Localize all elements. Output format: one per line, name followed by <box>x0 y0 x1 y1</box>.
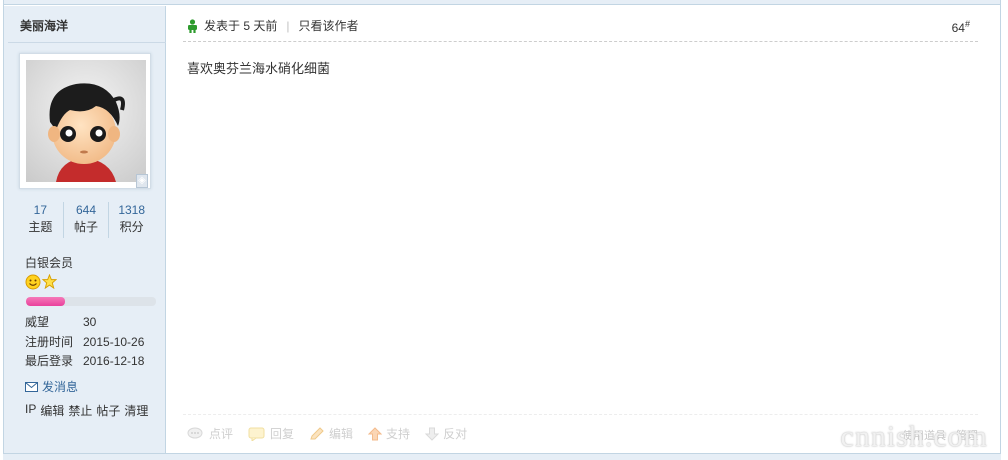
mod-posts-link[interactable]: 帖子 <box>96 402 120 419</box>
author-sidebar: 美丽海洋 ◈ 17 主题 644 帖子 1318 积分 白银会员 威望 30 注… <box>4 6 166 453</box>
post-time: 发表于 5 天前 <box>204 19 278 33</box>
thumb-down-arrow-icon <box>425 427 440 441</box>
post-main: 发表于 5 天前 | 只看该作者 64# 喜欢奥芬兰海水硝化细菌 点评 回复 编… <box>167 6 1000 453</box>
info-value: 2015-10-26 <box>83 334 145 349</box>
credit-progress-fill <box>26 297 65 306</box>
post-meta: 发表于 5 天前 | 只看该作者 <box>187 17 358 34</box>
avatar[interactable] <box>26 60 146 182</box>
info-key: 威望 <box>25 315 50 329</box>
pencil-icon <box>310 426 324 439</box>
mod-ban-link[interactable]: 禁止 <box>68 402 92 419</box>
bottom-border <box>3 453 1001 460</box>
edit-button[interactable]: 编辑 <box>309 425 353 442</box>
smiley-icon <box>25 274 41 290</box>
author-info: 威望 30 注册时间 2015-10-26 最后登录 2016-12-18 <box>25 313 144 372</box>
oppose-label: 反对 <box>443 427 468 441</box>
send-message-label: 发消息 <box>42 380 79 394</box>
rank-stars <box>25 274 57 290</box>
info-key: 注册时间 <box>25 334 74 349</box>
edit-label: 编辑 <box>329 427 354 441</box>
info-key: 最后登录 <box>25 354 74 368</box>
divider <box>183 414 978 415</box>
moderation-actions: IP 编辑 禁止 帖子 清理 <box>25 402 148 419</box>
online-user-icon <box>188 18 197 33</box>
user-group[interactable]: 白银会员 <box>25 254 73 271</box>
avatar-badge-icon: ◈ <box>136 174 148 188</box>
post-actions: 点评 回复 编辑 支持 反对 <box>187 425 482 442</box>
stat-threads[interactable]: 17 主题 <box>18 202 64 238</box>
stat-value: 1318 <box>118 203 146 217</box>
stat-label: 主题 <box>28 220 53 234</box>
support-button[interactable]: 支持 <box>368 425 410 442</box>
credit-progress-bar <box>26 297 156 306</box>
stat-label: 帖子 <box>74 220 99 234</box>
comment-button[interactable]: 点评 <box>187 425 233 442</box>
floor-value: 64 <box>951 21 965 35</box>
divider <box>8 42 166 43</box>
avatar-frame[interactable]: ◈ <box>19 53 151 189</box>
reply-button[interactable]: 回复 <box>248 425 294 442</box>
meta-separator: | <box>286 18 290 33</box>
star-icon <box>42 274 57 289</box>
floor-number[interactable]: 64# <box>952 19 970 35</box>
support-label: 支持 <box>386 427 411 441</box>
stat-label: 积分 <box>119 220 144 234</box>
mod-ip-link[interactable]: IP <box>25 402 36 419</box>
watermark-logo: cnnish.com <box>840 420 988 453</box>
info-value: 30 <box>83 315 97 329</box>
divider <box>183 41 978 42</box>
send-message-link[interactable]: 发消息 <box>25 378 78 395</box>
info-row: 威望 30 <box>25 313 144 333</box>
author-name[interactable]: 美丽海洋 <box>20 17 68 34</box>
thumb-up-arrow-icon <box>368 426 383 440</box>
stat-posts[interactable]: 644 帖子 <box>64 202 110 238</box>
stat-credits[interactable]: 1318 积分 <box>109 202 154 238</box>
reply-label: 回复 <box>270 427 295 441</box>
floor-symbol: # <box>964 19 970 29</box>
info-value: 2016-12-18 <box>83 354 145 368</box>
comment-icon <box>187 427 203 438</box>
author-stats: 17 主题 644 帖子 1318 积分 <box>18 202 154 238</box>
envelope-icon <box>25 381 38 392</box>
avatar-image <box>26 60 146 182</box>
stat-value: 644 <box>75 203 97 217</box>
only-author-link[interactable]: 只看该作者 <box>298 17 358 34</box>
comment-label: 点评 <box>209 427 234 441</box>
reply-icon <box>248 427 265 441</box>
info-row: 最后登录 2016-12-18 <box>25 352 144 372</box>
oppose-button[interactable]: 反对 <box>425 425 467 442</box>
mod-edit-link[interactable]: 编辑 <box>40 402 64 419</box>
info-row: 注册时间 2015-10-26 <box>25 333 144 353</box>
post-content: 喜欢奥芬兰海水硝化细菌 <box>187 61 331 76</box>
stat-value: 17 <box>33 203 48 217</box>
mod-clean-link[interactable]: 清理 <box>124 402 148 419</box>
